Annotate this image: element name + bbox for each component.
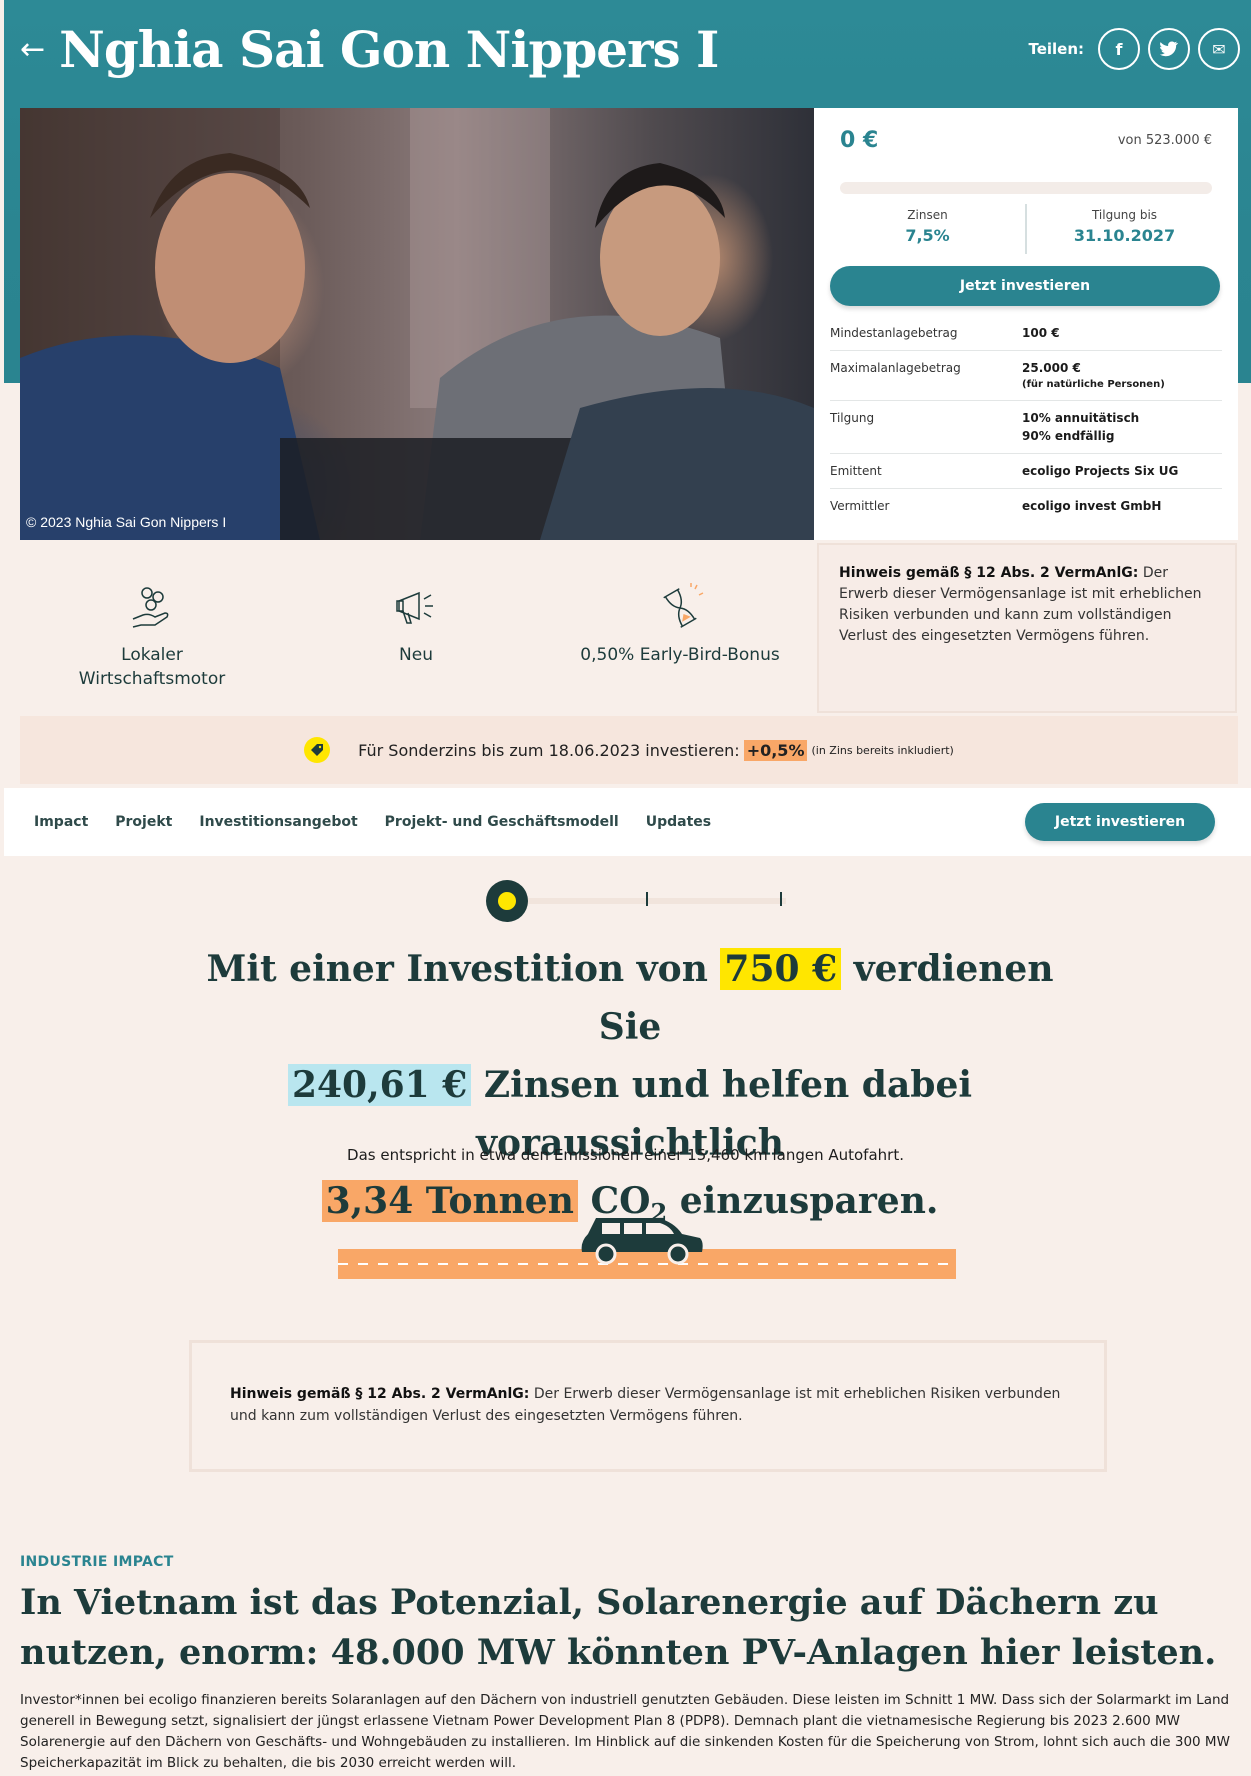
risk-notice: Hinweis gemäß § 12 Abs. 2 VermAnlG: Der …: [817, 543, 1237, 713]
investment-amount: 750 €: [720, 948, 842, 990]
back-arrow-icon[interactable]: ←: [20, 32, 45, 67]
nav-item-impact[interactable]: Impact: [34, 814, 88, 830]
funding-progress-bar: [840, 182, 1212, 194]
feature-label: Neu: [399, 645, 433, 665]
target-amount: von 523.000 €: [1117, 132, 1212, 148]
current-amount: 0 €: [840, 127, 879, 153]
impact-subline: Das entspricht in etwa den Emissionen ei…: [347, 1146, 904, 1164]
detail-value-wrap: 25.000 € (für natürliche Personen): [1022, 361, 1165, 390]
section-title: In Vietnam ist das Potenzial, Solarenerg…: [20, 1582, 1217, 1673]
detail-row: Vermittler ecoligo invest GmbH: [830, 489, 1222, 523]
slider-track[interactable]: [510, 898, 786, 904]
promo-bar: Für Sonderzins bis zum 18.06.2023 invest…: [20, 716, 1238, 784]
share-label: Teilen:: [1028, 40, 1084, 58]
project-photo: © 2023 Nghia Sai Gon Nippers I: [20, 108, 814, 540]
risk-notice-bold: Hinweis gemäß § 12 Abs. 2 VermAnlG:: [839, 565, 1139, 581]
nav-item-updates[interactable]: Updates: [646, 814, 711, 830]
tag-icon: [304, 737, 331, 763]
stat-value: 31.10.2027: [1073, 226, 1176, 245]
headline-part: Mit einer Investition von: [206, 948, 708, 990]
nav-invest-button[interactable]: Jetzt investieren: [1025, 803, 1215, 841]
impact-headline: Mit einer Investition von 750 € verdiene…: [180, 940, 1080, 1242]
detail-value: ecoligo Projects Six UG: [1022, 464, 1179, 478]
detail-key: Tilgung: [830, 411, 875, 425]
headline-part: einzusparen.: [667, 1180, 939, 1222]
invest-now-button[interactable]: Jetzt investieren: [830, 266, 1220, 306]
section-nav: Impact Projekt Investitionsangebot Proje…: [4, 788, 1251, 856]
money-hand-icon: [132, 587, 169, 628]
detail-row: Emittent ecoligo Projects Six UG: [830, 454, 1222, 489]
features: Lokaler Wirtschaftsmotor Neu 0,50% Early…: [20, 543, 812, 713]
detail-row: Mindestanlagebetrag 100 €: [830, 316, 1222, 351]
stat-repayment: Tilgung bis 31.10.2027: [1025, 204, 1222, 254]
share-bar: Teilen: f ✉: [1028, 28, 1240, 70]
stat-interest: Zinsen 7,5%: [830, 204, 1025, 254]
slider-tick: [646, 892, 648, 906]
feature-label: 0,50% Early-Bird-Bonus: [580, 645, 780, 665]
feature-new: Neu: [284, 543, 548, 713]
feature-label: Lokaler Wirtschaftsmotor: [78, 645, 226, 689]
detail-key: Emittent: [830, 464, 882, 478]
detail-key: Maximalanlagebetrag: [830, 361, 961, 375]
detail-key: Vermittler: [830, 499, 890, 513]
title-row: ← Nghia Sai Gon Nippers I Teilen: f ✉: [20, 6, 1240, 92]
car-icon: [581, 1218, 703, 1265]
stat-label: Zinsen: [907, 208, 948, 222]
facebook-icon[interactable]: f: [1098, 28, 1140, 70]
feature-early-bird: 0,50% Early-Bird-Bonus: [548, 543, 812, 713]
detail-value: 25.000 €: [1022, 361, 1081, 375]
investment-slider[interactable]: [486, 876, 786, 924]
amount-row: 0 € von 523.000 €: [830, 108, 1222, 172]
page-title: Nghia Sai Gon Nippers I: [59, 19, 719, 79]
detail-key: Mindestanlagebetrag: [830, 326, 958, 340]
slider-handle[interactable]: [486, 880, 528, 922]
investment-card: 0 € von 523.000 € Zinsen 7,5% Tilgung bi…: [814, 108, 1238, 540]
detail-value-wrap: 10% annuitätisch 90% endfällig: [1022, 411, 1139, 443]
detail-value: ecoligo invest GmbH: [1022, 499, 1162, 513]
risk-notice-2: Hinweis gemäß § 12 Abs. 2 VermAnlG: Der …: [189, 1340, 1107, 1472]
interest-amount: 240,61 €: [287, 1064, 472, 1106]
risk-notice-bold: Hinweis gemäß § 12 Abs. 2 VermAnlG:: [230, 1386, 530, 1402]
promo-highlight: +0,5%: [743, 739, 808, 761]
stat-value: 7,5%: [905, 226, 950, 245]
detail-sub: 90% endfällig: [1022, 429, 1115, 443]
detail-row: Tilgung 10% annuitätisch 90% endfällig: [830, 401, 1222, 454]
nav-item-investitionsangebot[interactable]: Investitionsangebot: [199, 814, 357, 830]
promo-text: Für Sonderzins bis zum 18.06.2023 invest…: [358, 740, 740, 760]
slider-handle-dot: [498, 892, 516, 910]
photo-scene: [20, 108, 814, 540]
section-kicker: INDUSTRIE IMPACT: [20, 1554, 174, 1570]
nav-item-geschaeftsmodell[interactable]: Projekt- und Geschäftsmodell: [385, 814, 619, 830]
mail-icon[interactable]: ✉: [1198, 28, 1240, 70]
detail-row: Maximalanlagebetrag 25.000 € (für natürl…: [830, 351, 1222, 401]
stat-label: Tilgung bis: [1091, 208, 1158, 222]
megaphone-icon: [396, 591, 433, 624]
section-body: Investor*innen bei ecoligo finanzieren b…: [20, 1692, 1230, 1771]
detail-sub: (für natürliche Personen): [1022, 379, 1165, 390]
hourglass-icon: [663, 583, 704, 628]
slider-tick: [780, 892, 782, 906]
stats-row: Zinsen 7,5% Tilgung bis 31.10.2027: [830, 204, 1222, 254]
photo-credit: © 2023 Nghia Sai Gon Nippers I: [26, 514, 227, 530]
detail-value: 100 €: [1022, 326, 1060, 340]
co2-amount: 3,34 Tonnen: [321, 1180, 578, 1222]
promo-note: (in Zins bereits inkludiert): [811, 743, 954, 757]
nav-item-projekt[interactable]: Projekt: [115, 814, 172, 830]
detail-value: 10% annuitätisch: [1022, 411, 1140, 425]
feature-local-economy: Lokaler Wirtschaftsmotor: [20, 543, 284, 713]
twitter-icon[interactable]: [1148, 28, 1190, 70]
